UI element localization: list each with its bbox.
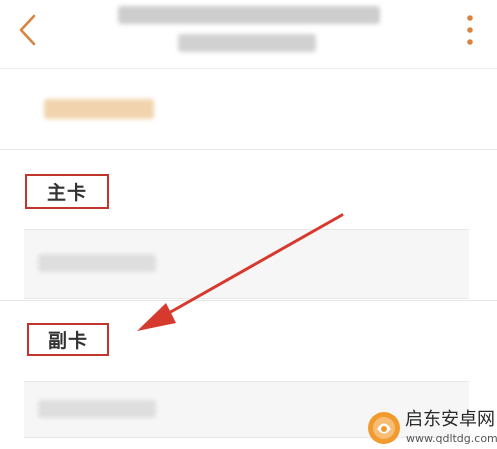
- watermark-url: www.qdltdg.com: [406, 432, 497, 445]
- watermark-brand: 启东安卓网: [405, 409, 495, 430]
- watermark-logo-icon: [368, 412, 400, 444]
- annotation-arrow: [137, 213, 344, 331]
